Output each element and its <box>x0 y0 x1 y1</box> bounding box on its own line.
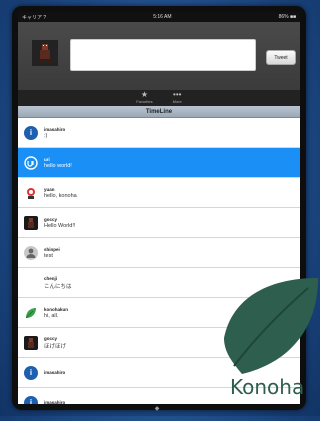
tab-bar: ★ Favorites ••• More <box>18 90 300 106</box>
tweet-composer: Tweet <box>18 22 300 90</box>
battery-label: 86% ■■ <box>278 14 296 20</box>
row-username: imasahiro <box>44 399 66 405</box>
row-message: :) <box>44 132 48 139</box>
konoha-logo-text: Konoha <box>230 375 304 399</box>
uri-logo-icon <box>24 155 38 170</box>
info-icon: i <box>24 395 38 404</box>
tab-favorites-label: Favorites <box>136 99 153 104</box>
timeline-row[interactable]: yuan hello, konoha <box>18 178 300 208</box>
row-username: imasahiro <box>44 126 66 132</box>
row-username: goccy <box>44 335 58 341</box>
row-message: こんにちは <box>44 283 72 290</box>
row-message: ほげほげ <box>44 343 67 350</box>
blank-avatar <box>24 276 38 290</box>
tab-more[interactable]: ••• More <box>172 90 182 105</box>
home-button-icon[interactable]: ◆ <box>152 406 162 412</box>
row-message: test <box>44 252 53 259</box>
carrier-label: キャリア ? <box>22 14 47 21</box>
row-username: konohakun <box>44 306 69 312</box>
tab-favorites[interactable]: ★ Favorites <box>136 90 153 105</box>
tweet-input[interactable] <box>70 39 256 71</box>
status-bar: キャリア ? 5:16 AM 86% ■■ <box>18 12 300 22</box>
tweet-button[interactable]: Tweet <box>266 50 296 65</box>
info-icon: i <box>24 125 38 140</box>
row-username: yuan <box>44 186 55 192</box>
row-message: hello, konoha <box>44 192 77 199</box>
row-username: goccy <box>44 216 58 222</box>
star-icon: ★ <box>140 90 149 99</box>
dark-avatar-icon <box>24 335 38 350</box>
row-message: hello world! <box>44 162 72 169</box>
timeline-row-selected[interactable]: uri hello world! <box>18 148 300 178</box>
timeline-row[interactable]: goccy Hello World!! <box>18 208 300 238</box>
info-icon: i <box>24 365 38 380</box>
row-message: Hello World!! <box>44 222 76 229</box>
leaf-icon <box>24 306 38 320</box>
clock-label: 5:16 AM <box>153 14 172 20</box>
person-icon <box>24 245 38 260</box>
row-message: hi, all. <box>44 312 59 319</box>
row-username: uri <box>44 156 50 162</box>
row-username: chenji <box>44 275 58 281</box>
row-username: shinpei <box>44 246 60 252</box>
character-icon <box>24 186 38 200</box>
more-icon: ••• <box>173 90 182 99</box>
konoha-logo: Konoha <box>208 266 320 416</box>
timeline-row[interactable]: shinpei test <box>18 238 300 268</box>
user-avatar <box>32 40 58 66</box>
dark-avatar-icon <box>24 215 38 230</box>
row-username: imasahiro <box>44 369 66 375</box>
character-avatar-icon <box>39 44 51 63</box>
tab-more-label: More <box>172 99 182 104</box>
timeline-row[interactable]: i imasahiro :) <box>18 118 300 148</box>
timeline-header: TimeLine <box>18 106 300 118</box>
